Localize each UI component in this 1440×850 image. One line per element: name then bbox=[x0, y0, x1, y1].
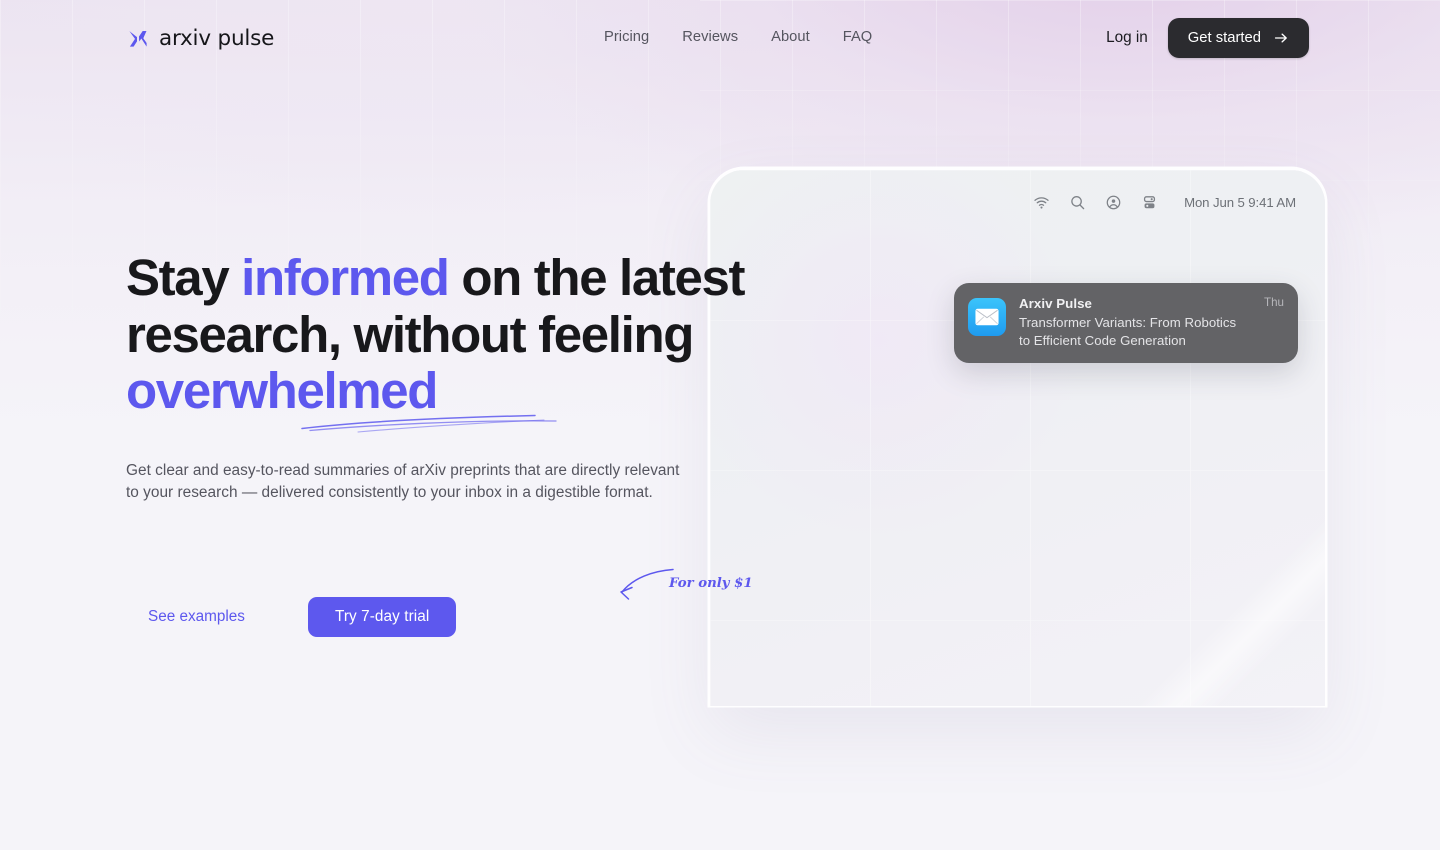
notification-message-line-2: to Efficient Code Generation bbox=[1019, 333, 1186, 349]
nav-item-about[interactable]: About bbox=[771, 29, 810, 45]
get-started-button[interactable]: Get started bbox=[1167, 18, 1309, 58]
device-screen-mockup: Mon Jun 5 9:41 AM Arxiv Pulse Transforme… bbox=[710, 170, 1325, 706]
notification-app-name: Arxiv Pulse bbox=[1019, 296, 1092, 311]
envelope-glyph-icon bbox=[975, 308, 999, 326]
notification-body: Arxiv Pulse Transformer Variants: From R… bbox=[1019, 296, 1284, 349]
site-header: arxiv pulse Pricing Reviews About FAQ Lo… bbox=[0, 0, 1440, 76]
login-link[interactable]: Log in bbox=[1104, 29, 1150, 47]
nav-item-reviews[interactable]: Reviews bbox=[682, 29, 738, 45]
primary-navigation: Pricing Reviews About FAQ bbox=[604, 29, 872, 45]
mail-envelope-icon bbox=[968, 298, 1006, 336]
display-toggle-icon[interactable] bbox=[1141, 194, 1158, 211]
header-actions: Log in Get started bbox=[1104, 18, 1309, 58]
control-center-icon[interactable] bbox=[1105, 194, 1122, 211]
headline-highlight-informed: informed bbox=[241, 249, 450, 306]
notification-timestamp: Thu bbox=[1264, 296, 1284, 309]
brand-name: arxiv pulse bbox=[159, 26, 275, 51]
page-title: Stay informed on the latest research, wi… bbox=[126, 249, 746, 433]
x-mark-icon bbox=[129, 30, 147, 47]
hero-cta-row: See examples Try 7-day trial For only $1 bbox=[126, 568, 751, 637]
hero-subcopy: Get clear and easy-to-read summaries of … bbox=[126, 461, 680, 502]
nav-item-pricing[interactable]: Pricing bbox=[604, 29, 649, 45]
panel-diagonal-sheen bbox=[965, 500, 1325, 706]
device-status-bar: Mon Jun 5 9:41 AM bbox=[1033, 194, 1296, 211]
headline-highlight-overwhelmed: overwhelmed bbox=[126, 362, 438, 419]
status-bar-datetime: Mon Jun 5 9:41 AM bbox=[1184, 195, 1296, 210]
nav-item-faq[interactable]: FAQ bbox=[843, 29, 873, 45]
headline-part-1: Stay bbox=[126, 249, 242, 306]
search-icon[interactable] bbox=[1069, 194, 1086, 211]
notification-message-line-1: Transformer Variants: From Robotics bbox=[1019, 314, 1237, 330]
brand-logo[interactable]: arxiv pulse bbox=[126, 26, 274, 51]
notification-toast[interactable]: Arxiv Pulse Transformer Variants: From R… bbox=[954, 283, 1298, 364]
see-examples-link[interactable]: See examples bbox=[134, 598, 259, 636]
arrow-right-icon bbox=[1274, 33, 1287, 43]
get-started-label: Get started bbox=[1187, 30, 1261, 46]
hero-content: Stay informed on the latest research, wi… bbox=[126, 249, 746, 505]
try-trial-button[interactable]: Try 7-day trial bbox=[307, 597, 457, 637]
wifi-icon[interactable] bbox=[1033, 194, 1050, 211]
